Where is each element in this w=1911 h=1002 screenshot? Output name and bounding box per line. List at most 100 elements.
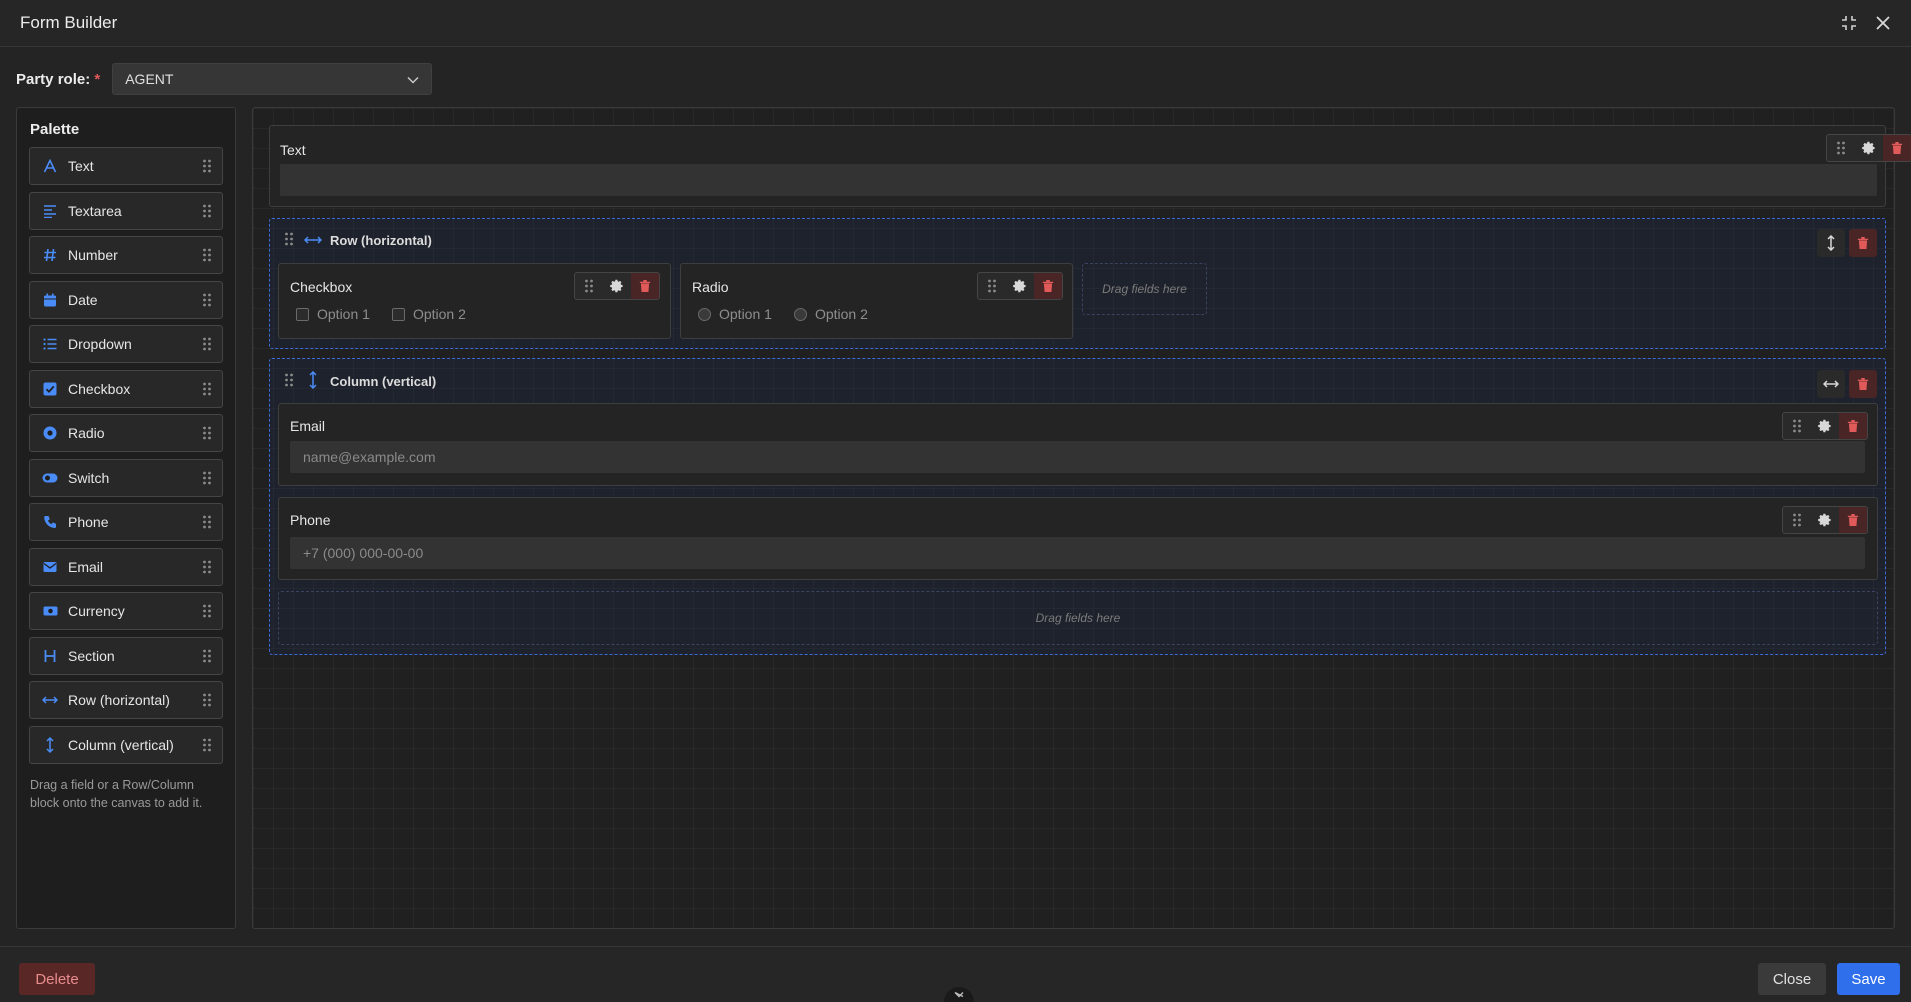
party-role-label: Party role: * — [16, 70, 101, 88]
drag-handle-icon — [202, 247, 212, 263]
party-role-select[interactable]: AGENT — [112, 63, 433, 95]
gear-icon[interactable] — [1855, 135, 1883, 161]
trash-icon[interactable] — [1839, 413, 1867, 439]
palette-item-number[interactable]: Number — [29, 236, 223, 274]
palette-item-dropdown[interactable]: Dropdown — [29, 325, 223, 363]
delete-button[interactable]: Delete — [19, 963, 95, 995]
drag-handle-icon[interactable] — [284, 231, 294, 250]
list-icon — [42, 336, 58, 352]
palette-item-switch[interactable]: Switch — [29, 458, 223, 497]
palette-item-date[interactable]: Date — [29, 280, 223, 319]
row-block-header: Row (horizontal) — [270, 231, 432, 250]
radio-field-card[interactable]: Radio Option 1 Option 2 — [680, 263, 1073, 339]
form-canvas[interactable]: Text Row (horizontal) Checkbox Option 1 … — [252, 107, 1911, 929]
field-toolbar — [1782, 506, 1868, 534]
email-field-card[interactable]: Email name@example.com — [278, 403, 1878, 486]
drag-handle-icon — [202, 292, 212, 308]
drag-handle-icon — [202, 514, 212, 530]
palette-item-row[interactable]: Row (horizontal) — [29, 681, 223, 719]
arrows-vertical-icon — [1827, 235, 1835, 251]
phone-field-card[interactable]: Phone +7 (000) 000-00-00 — [278, 497, 1878, 580]
delete-column-button[interactable] — [1849, 370, 1877, 398]
palette-item-textarea[interactable]: Textarea — [29, 191, 223, 230]
delete-row-button[interactable] — [1849, 229, 1877, 257]
palette-item-phone[interactable]: Phone — [29, 503, 223, 541]
drag-handle-icon — [202, 470, 212, 486]
palette-item-section[interactable]: Section — [29, 636, 223, 675]
drag-handle-icon[interactable] — [1827, 135, 1855, 161]
text-input[interactable] — [280, 164, 1877, 196]
toggle-icon — [42, 470, 58, 486]
drag-handle-icon — [202, 737, 212, 753]
gear-icon[interactable] — [603, 273, 631, 299]
arrows-horizontal-icon — [42, 692, 58, 708]
palette-hint: Drag a field or a Row/Column block onto … — [30, 777, 203, 810]
drag-handle-icon — [202, 559, 212, 575]
textarea-icon — [42, 203, 58, 219]
row-dropzone[interactable]: Drag fields here — [1082, 263, 1207, 315]
radio-option[interactable]: Option 1 — [698, 306, 772, 322]
drag-handle-icon — [202, 692, 212, 708]
drag-handle-icon — [202, 158, 212, 174]
palette-item-currency[interactable]: Currency — [29, 592, 223, 630]
drag-handle-icon[interactable] — [978, 273, 1006, 299]
row-block[interactable]: Row (horizontal) Checkbox Option 1 Optio… — [269, 218, 1886, 349]
trash-icon[interactable] — [1839, 507, 1867, 533]
drag-handle-icon — [202, 425, 212, 441]
envelope-icon — [42, 559, 58, 575]
drag-handle-icon — [202, 648, 212, 664]
text-icon — [42, 158, 58, 174]
field-toolbar — [574, 272, 660, 300]
arrows-vertical-icon — [304, 370, 322, 392]
field-toolbar — [977, 272, 1063, 300]
phone-field-label: Phone — [290, 512, 331, 528]
column-block[interactable]: Column (vertical) Email name@example.com… — [269, 358, 1886, 655]
close-button[interactable]: Close — [1758, 963, 1826, 995]
switch-orientation-button[interactable] — [1817, 370, 1845, 398]
party-role-row: Party role: * AGENT — [16, 63, 433, 95]
checkbox-option[interactable]: Option 1 — [296, 306, 370, 322]
dialog-title: Form Builder — [20, 13, 118, 32]
palette-item-email[interactable]: Email — [29, 547, 223, 586]
money-icon — [42, 603, 58, 619]
drag-handle-icon[interactable] — [284, 372, 294, 391]
trash-icon[interactable] — [1034, 273, 1062, 299]
arrows-vertical-icon — [42, 736, 58, 753]
checkbox-icon — [42, 381, 58, 397]
palette-item-text[interactable]: Text — [29, 147, 223, 185]
text-field-label: Text — [280, 142, 306, 158]
palette-item-radio[interactable]: Radio — [29, 414, 223, 452]
trash-icon[interactable] — [631, 273, 659, 299]
checkbox-option[interactable]: Option 2 — [391, 306, 466, 322]
radio-option[interactable]: Option 2 — [793, 306, 868, 322]
phone-input[interactable]: +7 (000) 000-00-00 — [290, 537, 1865, 569]
gear-icon[interactable] — [1811, 413, 1839, 439]
switch-orientation-button[interactable] — [1817, 229, 1845, 257]
drag-handle-icon[interactable] — [1783, 413, 1811, 439]
trash-icon[interactable] — [1883, 135, 1911, 161]
email-input[interactable]: name@example.com — [290, 441, 1865, 473]
email-field-label: Email — [290, 418, 326, 434]
text-field-card[interactable]: Text — [269, 125, 1911, 207]
gear-icon[interactable] — [1811, 507, 1839, 533]
field-toolbar — [1782, 412, 1868, 440]
trash-icon — [1857, 377, 1869, 391]
palette-title: Palette — [30, 121, 80, 138]
minimize-icon[interactable] — [1841, 15, 1857, 31]
gear-icon[interactable] — [1006, 273, 1034, 299]
checkbox-field-card[interactable]: Checkbox Option 1 Option 2 — [278, 263, 671, 339]
palette-item-column[interactable]: Column (vertical) — [29, 725, 223, 764]
palette-item-checkbox[interactable]: Checkbox — [29, 369, 223, 408]
drag-handle-icon[interactable] — [575, 273, 603, 299]
close-icon[interactable] — [1875, 15, 1891, 31]
trash-icon — [1857, 236, 1869, 250]
checkbox-field-label: Checkbox — [290, 279, 353, 295]
calendar-icon — [42, 292, 58, 308]
drag-handle-icon[interactable] — [1783, 507, 1811, 533]
column-block-header: Column (vertical) — [270, 370, 436, 392]
column-dropzone[interactable]: Drag fields here — [278, 591, 1878, 645]
drag-handle-icon — [202, 603, 212, 619]
field-toolbar — [1826, 134, 1911, 162]
save-button[interactable]: Save — [1837, 963, 1900, 995]
drag-handle-icon — [202, 336, 212, 352]
